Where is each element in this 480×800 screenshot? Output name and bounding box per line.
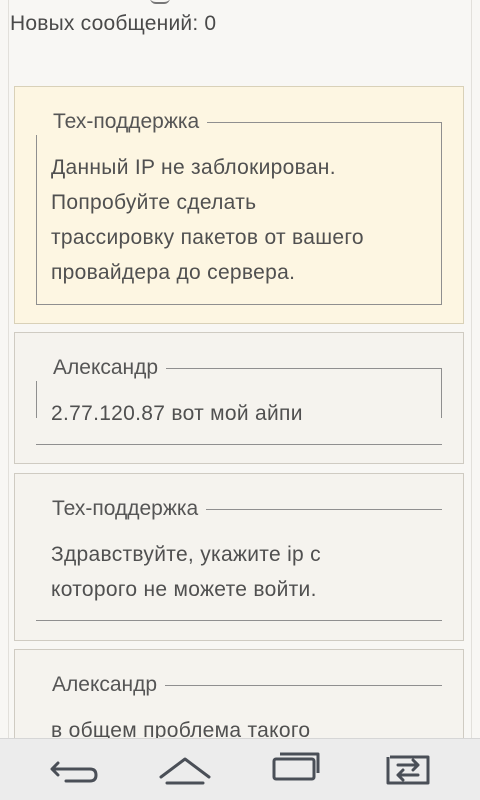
message-divider — [36, 620, 442, 621]
switch-icon — [386, 755, 430, 785]
message-card: Тех-поддержка Здравствуйте, укажите ip с… — [14, 473, 464, 641]
message-text-line: в общем проблема такого — [51, 719, 311, 738]
message-text-line: Здравствуйте, укажите ip с — [51, 543, 321, 566]
message-text-line: 2.77.120.87 вот мой айпи — [51, 402, 303, 425]
home-icon — [159, 757, 211, 785]
message-frame: Александр — [34, 672, 442, 698]
home-button[interactable] — [155, 747, 215, 791]
message-text-line: Данный IP не заблокирован. — [51, 156, 336, 179]
back-icon — [50, 761, 98, 783]
message-card: Александр в общем проблема такого — [14, 649, 464, 738]
new-messages-counter: Новых сообщений: 0 — [10, 12, 217, 35]
page-edge-right — [471, 0, 472, 738]
message-frame: Тех-поддержка — [34, 496, 442, 522]
back-button[interactable] — [44, 747, 104, 791]
cut-off-text — [150, 0, 170, 4]
message-text-line: провайдера до сервера. — [51, 261, 296, 284]
chat-content[interactable]: Новых сообщений: 0 Тех-поддержка Данный … — [0, 0, 480, 738]
message-text-line: Попробуйте сделать — [51, 191, 257, 214]
switch-button[interactable] — [378, 747, 438, 791]
message-author: Тех-поддержка — [35, 109, 208, 135]
message-card: Александр 2.77.120.87 вот мой айпи — [14, 332, 464, 464]
message-card: Тех-поддержка Данный IP не заблокирован.… — [14, 86, 464, 324]
message-divider — [36, 444, 442, 445]
page-edge-left — [8, 0, 9, 738]
recent-apps-icon — [272, 752, 320, 781]
message-text-line: которого не можете войти. — [51, 578, 317, 601]
message-author: Александр — [35, 355, 167, 381]
message-author: Тех-поддержка — [34, 496, 207, 522]
message-author: Александр — [34, 672, 166, 698]
recent-apps-button[interactable] — [266, 747, 326, 791]
system-navigation-bar — [0, 738, 480, 800]
message-text-line: трассировку пакетов от вашего — [51, 226, 364, 249]
